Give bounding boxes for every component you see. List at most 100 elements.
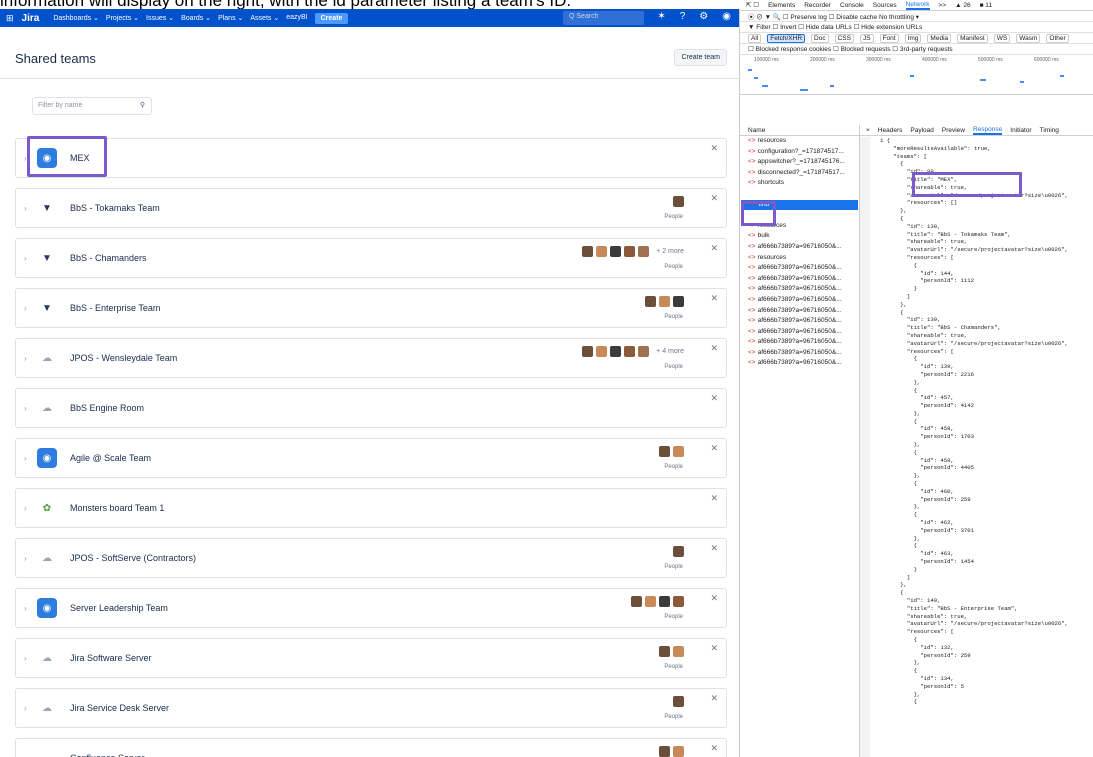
- member-avatar[interactable]: [659, 746, 670, 757]
- detail-tab[interactable]: Headers: [878, 127, 903, 134]
- search-input[interactable]: Q Search: [563, 11, 644, 25]
- close-icon[interactable]: ✕: [710, 693, 718, 704]
- filter-chip[interactable]: Media: [927, 33, 952, 43]
- team-row[interactable]: › ◉ MEX ✕: [15, 138, 727, 178]
- network-toolbar[interactable]: ⦿ ⊘ ▼ 🔍 ☐ Preserve log ☐ Disable cache N…: [740, 11, 1093, 22]
- detail-tab[interactable]: Initiator: [1010, 127, 1031, 134]
- team-row[interactable]: › ✿ Monsters board Team 1 ✕: [15, 488, 727, 528]
- filter-chip[interactable]: Fetch/XHR: [767, 33, 806, 43]
- request-row[interactable]: [740, 189, 859, 200]
- detail-tab[interactable]: ×: [866, 127, 870, 134]
- member-avatar[interactable]: [673, 446, 684, 457]
- close-icon[interactable]: ✕: [710, 543, 718, 554]
- member-avatar[interactable]: [624, 346, 636, 357]
- chevron-right-icon[interactable]: ›: [24, 204, 27, 213]
- nav-item-3[interactable]: Boards ⌄: [181, 14, 211, 22]
- team-row[interactable]: › ☁ JPOS - Wensleydale Team ✕ + 4 more People: [15, 338, 727, 378]
- member-avatar[interactable]: [631, 596, 642, 607]
- devtools-tab[interactable]: Console: [840, 2, 864, 9]
- filter-chip[interactable]: Other: [1046, 33, 1069, 43]
- member-avatar[interactable]: [673, 696, 684, 707]
- detail-tab[interactable]: Payload: [910, 127, 934, 134]
- filter-chip[interactable]: Manifest: [957, 33, 988, 43]
- close-icon[interactable]: ✕: [710, 393, 718, 404]
- devtools-tab[interactable]: >>: [939, 2, 947, 9]
- close-icon[interactable]: ✕: [710, 243, 718, 254]
- detail-tab[interactable]: Timing: [1040, 127, 1059, 134]
- devtools-tab[interactable]: Recorder: [804, 2, 831, 9]
- filter-input[interactable]: Filter by name ⚲: [32, 97, 152, 115]
- devtools-tab[interactable]: Network: [905, 1, 930, 10]
- team-row[interactable]: › ☁ JPOS - SoftServe (Contractors) ✕ People: [15, 538, 727, 578]
- help-icon[interactable]: ?: [680, 11, 686, 22]
- network-timeline[interactable]: 100000 ms 200000 ms 300000 ms 400000 ms 5000…: [740, 55, 1093, 95]
- member-avatar[interactable]: [673, 746, 684, 757]
- chevron-right-icon[interactable]: ›: [24, 304, 27, 313]
- close-icon[interactable]: ✕: [710, 493, 718, 504]
- close-icon[interactable]: ✕: [710, 293, 718, 304]
- devtools-tab[interactable]: ▲ 26: [955, 2, 970, 9]
- close-icon[interactable]: ✕: [710, 743, 718, 754]
- app-switcher-icon[interactable]: ⊞: [6, 13, 14, 24]
- blocked-row[interactable]: ☐ Blocked response cookies ☐ Blocked req…: [740, 44, 1093, 55]
- notifications-icon[interactable]: ✶: [657, 11, 665, 22]
- request-row[interactable]: <> af666b7389?a=96716050&...: [740, 284, 859, 295]
- filter-chip[interactable]: Img: [904, 33, 922, 43]
- team-row[interactable]: › ☁ Jira Service Desk Server ✕ People: [15, 688, 727, 728]
- request-row[interactable]: <> af666b7389?a=96716050&...: [740, 348, 859, 359]
- member-avatar[interactable]: [659, 446, 670, 457]
- member-avatar[interactable]: [582, 346, 594, 357]
- nav-item-2[interactable]: Issues ⌄: [146, 14, 174, 22]
- filter-chip[interactable]: CSS: [834, 33, 854, 43]
- member-avatar[interactable]: [659, 296, 670, 307]
- name-column-header[interactable]: Name: [740, 125, 859, 136]
- chevron-right-icon[interactable]: ›: [24, 254, 27, 263]
- member-avatar[interactable]: [673, 646, 684, 657]
- team-row[interactable]: ›☁Confluence Server✕: [15, 738, 727, 757]
- chevron-right-icon[interactable]: ›: [24, 354, 27, 363]
- team-row[interactable]: › ▼ BbS - Chamanders ✕ + 2 more People: [15, 238, 727, 278]
- request-row[interactable]: <> af666b7389?a=96716050&...: [740, 306, 859, 317]
- filter-chip[interactable]: JS: [859, 33, 874, 43]
- request-row[interactable]: <> resources: [740, 253, 859, 264]
- request-row[interactable]: <> af666b7389?a=96716050&...: [740, 263, 859, 274]
- filter-row[interactable]: ▼ Filter ☐ Invert ☐ Hide data URLs ☐ Hid…: [740, 22, 1093, 33]
- member-avatar[interactable]: [582, 246, 594, 257]
- close-icon[interactable]: ✕: [710, 343, 718, 354]
- nav-item-6[interactable]: eazyBI: [286, 14, 307, 22]
- team-row[interactable]: › ▼ BbS - Tokamaks Team ✕ People: [15, 188, 727, 228]
- request-row[interactable]: <> disconnected?_=171874517...: [740, 168, 859, 179]
- profile-avatar[interactable]: ◉: [722, 11, 731, 22]
- detail-tab[interactable]: Response: [973, 126, 1003, 135]
- filter-chip[interactable]: Font: [879, 33, 899, 43]
- request-row[interactable]: <> af666b7389?a=96716050&...: [740, 274, 859, 285]
- chevron-right-icon[interactable]: ›: [24, 554, 27, 563]
- team-row[interactable]: › ◉ Agile @ Scale Team ✕ People: [15, 438, 727, 478]
- filter-chip[interactable]: All: [748, 33, 762, 43]
- more-members[interactable]: + 2 more: [656, 248, 684, 255]
- detail-tab[interactable]: Preview: [942, 127, 965, 134]
- request-row[interactable]: <> shortcuts: [740, 178, 859, 189]
- request-row[interactable]: <> af666b7389?a=96716050&...: [740, 337, 859, 348]
- nav-item-5[interactable]: Assets ⌄: [250, 14, 279, 22]
- nav-item-4[interactable]: Plans ⌄: [218, 14, 243, 22]
- nav-item-1[interactable]: Projects ⌄: [106, 14, 139, 22]
- devtools-tab[interactable]: Sources: [873, 2, 897, 9]
- request-row[interactable]: <> resources: [740, 136, 859, 147]
- filter-chip[interactable]: Doc: [811, 33, 829, 43]
- request-row[interactable]: <> af666b7389?a=96716050&...: [740, 358, 859, 369]
- close-icon[interactable]: ✕: [710, 443, 718, 454]
- create-team-button[interactable]: Create team: [674, 49, 727, 66]
- inspect-icon[interactable]: ⇱ ☐: [746, 1, 759, 9]
- request-row[interactable]: <> bulk: [740, 231, 859, 242]
- member-avatar[interactable]: [624, 246, 636, 257]
- member-avatar[interactable]: [673, 296, 684, 307]
- nav-item-0[interactable]: Dashboards ⌄: [53, 14, 99, 22]
- member-avatar[interactable]: [596, 346, 608, 357]
- create-button[interactable]: Create: [314, 12, 349, 24]
- chevron-right-icon[interactable]: ›: [24, 604, 27, 613]
- close-icon[interactable]: ✕: [710, 143, 718, 154]
- member-avatar[interactable]: [645, 596, 656, 607]
- team-row[interactable]: › ▼ BbS - Enterprise Team ✕ People: [15, 288, 727, 328]
- devtools-tab[interactable]: Elements: [768, 2, 795, 9]
